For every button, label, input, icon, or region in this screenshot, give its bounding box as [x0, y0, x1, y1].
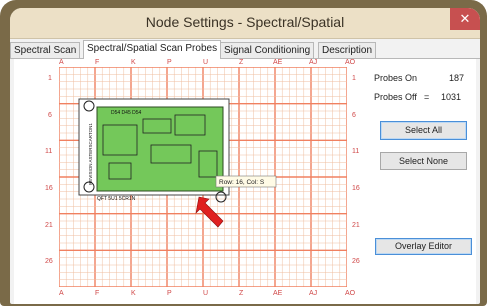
column-label: A	[59, 290, 64, 297]
row-label: 6	[48, 111, 52, 119]
column-label: U	[203, 290, 209, 297]
column-label: K	[131, 59, 136, 66]
pcb-board	[96, 106, 224, 192]
title-bar[interactable]: Node Settings - Spectral/Spatial ✕	[10, 8, 480, 39]
row-label: 26	[352, 258, 360, 266]
probes-off-label: Probes Off	[374, 92, 417, 102]
column-label: A	[59, 59, 64, 66]
probe-grid[interactable]: D54 D45 D54 QFT 5U1 5CR1N REVISION ASTER…	[59, 67, 347, 287]
tab-description[interactable]: Description	[318, 42, 377, 58]
column-label: AJ	[309, 59, 318, 66]
tab-spectral-scan[interactable]: Spectral Scan	[10, 42, 81, 58]
column-label: AE	[273, 290, 283, 297]
window-title: Node Settings - Spectral/Spatial	[145, 14, 345, 30]
column-label: P	[167, 59, 172, 66]
row-label: 1	[352, 75, 356, 82]
row-label: 21	[352, 221, 360, 229]
select-all-button[interactable]: Select All	[380, 121, 467, 140]
column-label: P	[167, 290, 172, 297]
row-label: 16	[45, 185, 53, 192]
tab-spectral-spatial-scan-probes[interactable]: Spectral/Spatial Scan Probes	[83, 40, 222, 59]
column-label: AO	[345, 59, 356, 66]
pcb-overlay: D54 D45 D54 QFT 5U1 5CR1N REVISION ASTER…	[78, 98, 230, 203]
select-none-button[interactable]: Select None	[380, 152, 467, 170]
column-label: F	[95, 59, 100, 66]
column-label: AO	[345, 290, 356, 297]
row-label: 1	[48, 75, 52, 82]
tab-signal-conditioning[interactable]: Signal Conditioning	[220, 42, 315, 58]
column-label: K	[131, 290, 136, 297]
overlay-editor-button[interactable]: Overlay Editor	[375, 238, 472, 255]
column-label: Z	[239, 59, 244, 66]
tab-strip: Spectral Scan Spectral/Spatial Scan Prob…	[10, 40, 480, 59]
board-text-side: REVISION ASTERSCARTON1	[88, 123, 93, 185]
board-text-bottom: QFT 5U1 5CR1N	[97, 196, 136, 202]
column-label: AJ	[309, 290, 318, 297]
probes-off-equals: =	[424, 92, 430, 102]
row-label: 11	[352, 148, 360, 156]
column-label: Z	[239, 290, 244, 297]
tooltip-text: Row: 16, Col: S	[219, 179, 265, 186]
probes-on-label: Probes On	[374, 73, 418, 83]
column-label: U	[203, 59, 209, 66]
column-label: F	[95, 290, 100, 297]
board-text-top: D54 D45 D54	[111, 110, 142, 116]
close-button[interactable]: ✕	[450, 8, 480, 30]
row-label: 21	[45, 221, 53, 229]
column-label: AE	[273, 59, 283, 66]
row-label: 26	[45, 258, 53, 266]
row-label: 16	[352, 185, 360, 192]
row-label: 11	[45, 148, 53, 156]
row-col-tooltip: Row: 16, Col: S	[215, 175, 277, 188]
probes-on-value: 187	[449, 73, 465, 83]
probes-off-value: 1031	[441, 92, 462, 102]
row-label: 6	[352, 111, 356, 119]
